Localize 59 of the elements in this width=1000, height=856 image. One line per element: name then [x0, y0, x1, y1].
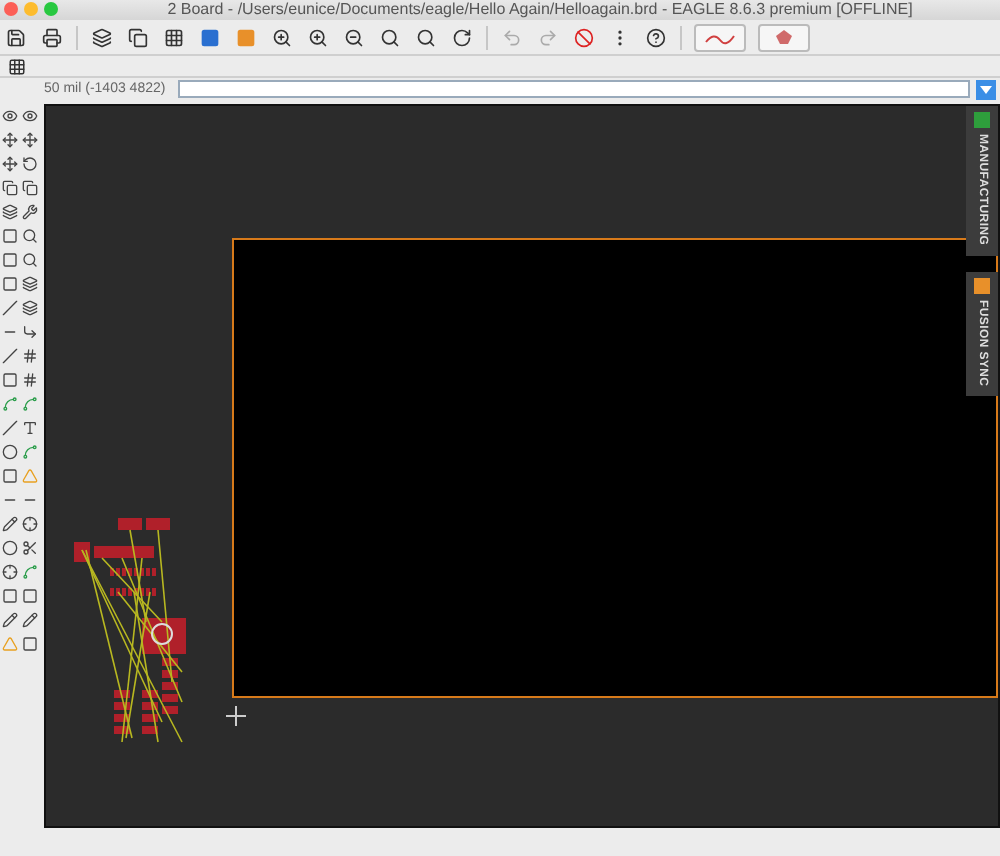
grid-icon[interactable] — [162, 25, 186, 49]
square-icon[interactable] — [20, 632, 40, 656]
text-icon[interactable] — [20, 416, 40, 440]
window-title: 2 Board - /Users/eunice/Documents/eagle/Hello Again/Helloagain.brd - EAGLE 8.6.3 premium [OFFLINE] — [165, 0, 913, 20]
circle-icon[interactable] — [0, 440, 20, 464]
crosshair-icon[interactable] — [20, 512, 40, 536]
fusion-team-button[interactable] — [694, 23, 746, 51]
redraw-icon[interactable] — [450, 25, 474, 49]
rotate-icon[interactable] — [20, 152, 40, 176]
grid-icon[interactable] — [4, 54, 28, 78]
square-icon[interactable] — [0, 584, 20, 608]
square-icon[interactable] — [0, 248, 20, 272]
zoom-icon[interactable] — [378, 25, 402, 49]
pencil-icon[interactable] — [20, 608, 40, 632]
command-field[interactable] — [178, 80, 970, 98]
crosshair-icon[interactable] — [0, 560, 20, 584]
copy-icon[interactable] — [0, 176, 20, 200]
move-icon[interactable] — [0, 128, 20, 152]
layers-icon[interactable] — [90, 25, 114, 49]
square-icon[interactable] — [0, 368, 20, 392]
search-icon[interactable] — [20, 224, 40, 248]
zoom-in-icon[interactable] — [270, 25, 294, 49]
layers-icon[interactable] — [0, 200, 20, 224]
zoom-out-icon[interactable] — [342, 25, 366, 49]
dropdown-button[interactable] — [976, 79, 996, 99]
corner-icon[interactable] — [20, 320, 40, 344]
square-icon[interactable] — [20, 584, 40, 608]
layers-icon[interactable] — [20, 296, 40, 320]
grid-icon[interactable] — [20, 368, 40, 392]
move-icon[interactable] — [0, 152, 20, 176]
origin-cross-icon — [226, 706, 246, 726]
circle-icon[interactable] — [0, 536, 20, 560]
move-icon[interactable] — [20, 128, 40, 152]
copy-icon[interactable] — [126, 25, 150, 49]
layers-icon[interactable] — [20, 272, 40, 296]
line-icon[interactable] — [0, 344, 20, 368]
copy-icon[interactable] — [20, 176, 40, 200]
square-icon[interactable] — [0, 224, 20, 248]
help-icon[interactable] — [644, 25, 668, 49]
caret-icon — [980, 85, 992, 93]
fusion-button[interactable] — [758, 23, 810, 51]
zoom-in-icon[interactable] — [306, 25, 330, 49]
grid-icon[interactable] — [20, 344, 40, 368]
zoom-select-icon[interactable] — [414, 25, 438, 49]
pentagon-icon — [774, 28, 794, 46]
schematic-icon[interactable] — [198, 25, 222, 49]
pencil-icon[interactable] — [0, 512, 20, 536]
print-icon[interactable] — [40, 25, 64, 49]
square-icon[interactable] — [0, 464, 20, 488]
search-icon[interactable] — [20, 248, 40, 272]
square-icon[interactable] — [0, 272, 20, 296]
line-icon[interactable] — [0, 416, 20, 440]
stop-icon[interactable] — [572, 25, 596, 49]
line-icon[interactable] — [0, 296, 20, 320]
wrench-icon[interactable] — [20, 200, 40, 224]
wave-icon — [704, 29, 736, 45]
save-icon[interactable] — [4, 25, 28, 49]
scissors-icon[interactable] — [20, 536, 40, 560]
pencil-icon[interactable] — [0, 608, 20, 632]
